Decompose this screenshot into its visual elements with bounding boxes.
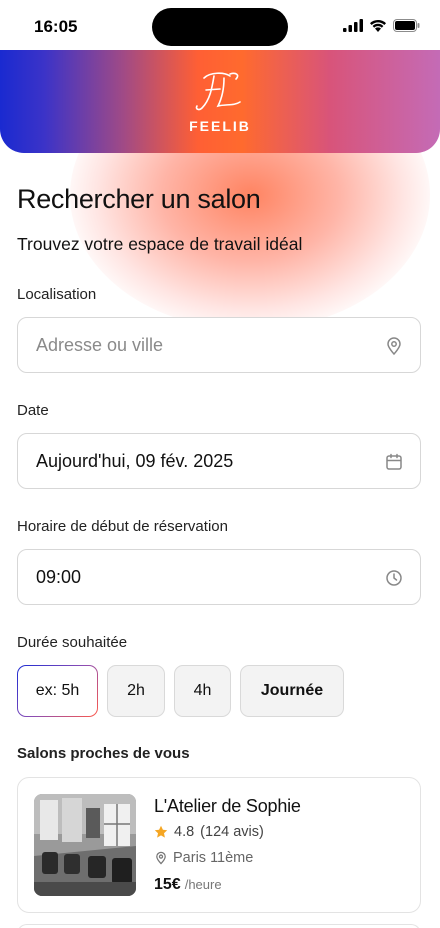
battery-icon: [393, 18, 420, 32]
status-icons: [343, 17, 420, 33]
salon-location-text: Paris 11ème: [173, 850, 254, 866]
duration-option-custom[interactable]: ex: 5h: [17, 665, 98, 717]
page-subtitle: Trouvez votre espace de travail idéal: [17, 234, 303, 254]
price-unit: /heure: [184, 877, 222, 892]
nearby-salons-title: Salons proches de vous: [17, 745, 190, 762]
location-pin-icon: [387, 337, 401, 356]
app-title: FEELIB: [189, 118, 251, 134]
location-label: Localisation: [17, 286, 97, 303]
rating-value: 4.8: [174, 824, 195, 840]
price-value: 15€: [154, 876, 181, 893]
salon-photo: [34, 794, 136, 896]
clock-icon: [386, 570, 402, 586]
cellular-signal-icon: [343, 18, 363, 32]
start-time-value: 09:00: [36, 567, 82, 587]
salon-rating: 4.8 (124 avis): [154, 824, 264, 840]
date-label: Date: [17, 402, 49, 419]
next-salon-card[interactable]: [17, 924, 421, 928]
calendar-icon: [386, 453, 402, 470]
page-title: Rechercher un salon: [17, 184, 261, 214]
salon-location: Paris 11ème: [154, 850, 253, 866]
wifi-icon: [370, 19, 386, 32]
review-count: (124 avis): [200, 824, 264, 840]
salon-price: 15€ /heure: [154, 876, 222, 894]
duration-option-2h[interactable]: 2h: [107, 665, 165, 717]
date-input[interactable]: Aujourd'hui, 09 fév. 2025: [17, 433, 421, 489]
status-time: 16:05: [34, 17, 78, 36]
start-time-label: Horaire de début de réservation: [17, 518, 228, 535]
header-banner: FEELIB: [0, 50, 440, 153]
duration-option-day[interactable]: Journée: [240, 665, 344, 717]
location-pin-icon: [156, 851, 166, 865]
location-input[interactable]: Adresse ou ville: [17, 317, 421, 373]
location-placeholder: Adresse ou ville: [36, 335, 164, 355]
salon-card[interactable]: L'Atelier de Sophie 4.8 (124 avis) Paris…: [17, 777, 421, 913]
dynamic-island: [152, 8, 288, 46]
date-value: Aujourd'hui, 09 fév. 2025: [36, 451, 234, 471]
star-icon: [154, 825, 168, 838]
salon-name: L'Atelier de Sophie: [154, 796, 301, 816]
duration-label: Durée souhaitée: [17, 634, 128, 651]
start-time-input[interactable]: 09:00: [17, 549, 421, 605]
feelib-logo: [0, 68, 440, 119]
status-bar: 16:05: [0, 0, 440, 50]
duration-option-4h[interactable]: 4h: [174, 665, 231, 717]
